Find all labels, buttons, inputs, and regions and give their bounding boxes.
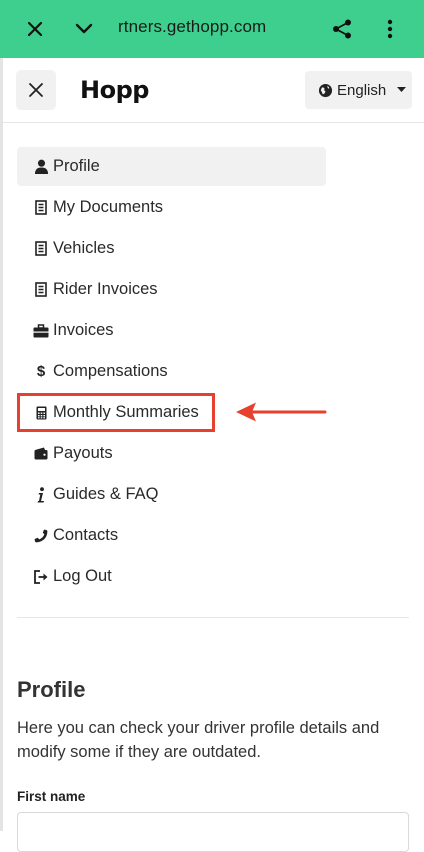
menu-item-label: Profile bbox=[53, 157, 100, 175]
menu-item-label: Guides & FAQ bbox=[53, 485, 159, 503]
first-name-field[interactable] bbox=[17, 812, 409, 852]
menu-item-profile[interactable]: Profile bbox=[17, 147, 326, 186]
menu-item-label: Compensations bbox=[53, 362, 168, 380]
frame-edge bbox=[0, 58, 3, 831]
document-icon bbox=[33, 241, 49, 257]
more-vertical-icon bbox=[387, 19, 393, 39]
caret-down-icon bbox=[397, 87, 407, 93]
menu-item-log-out[interactable]: Log Out bbox=[17, 557, 326, 596]
document-icon bbox=[33, 282, 49, 298]
globe-icon bbox=[318, 83, 333, 98]
browser-toolbar: rtners.gethopp.com bbox=[0, 0, 424, 58]
divider bbox=[17, 617, 409, 618]
language-selector[interactable]: English bbox=[305, 71, 412, 109]
first-name-label: First name bbox=[17, 789, 86, 804]
menu-item-payouts[interactable]: Payouts bbox=[17, 434, 326, 473]
profile-title: Profile bbox=[17, 677, 86, 702]
close-icon bbox=[29, 83, 43, 97]
url-text[interactable]: rtners.gethopp.com bbox=[118, 17, 266, 37]
menu-item-label: Payouts bbox=[53, 444, 113, 462]
close-icon bbox=[27, 21, 43, 37]
menu-item-label: Rider Invoices bbox=[53, 280, 158, 298]
briefcase-icon bbox=[33, 323, 49, 339]
info-icon bbox=[33, 486, 49, 503]
menu-item-label: Vehicles bbox=[53, 239, 115, 257]
menu-item-my-documents[interactable]: My Documents bbox=[17, 188, 326, 227]
phone-icon bbox=[33, 528, 49, 544]
share-button[interactable] bbox=[327, 14, 357, 44]
side-menu: Profile My Documents Vehicles Rider Invo… bbox=[17, 147, 326, 598]
calculator-icon bbox=[33, 405, 49, 421]
document-icon bbox=[33, 200, 49, 216]
menu-item-rider-invoices[interactable]: Rider Invoices bbox=[17, 270, 326, 309]
dollar-icon: $ bbox=[36, 363, 46, 380]
menu-item-label: Invoices bbox=[53, 321, 114, 339]
wallet-icon bbox=[33, 446, 49, 462]
more-button[interactable] bbox=[375, 14, 405, 44]
user-icon bbox=[33, 159, 49, 175]
menu-item-compensations[interactable]: $ Compensations bbox=[17, 352, 326, 391]
profile-description: Here you can check your driver profile d… bbox=[17, 719, 380, 761]
language-label: English bbox=[337, 81, 387, 99]
chevron-down-icon bbox=[75, 23, 93, 34]
menu-item-label: Monthly Summaries bbox=[53, 403, 199, 421]
close-tab-button[interactable] bbox=[20, 14, 50, 44]
menu-item-label: Log Out bbox=[53, 567, 112, 585]
menu-item-guides-faq[interactable]: Guides & FAQ bbox=[17, 475, 326, 514]
menu-item-invoices[interactable]: Invoices bbox=[17, 311, 326, 350]
menu-item-contacts[interactable]: Contacts bbox=[17, 516, 326, 555]
menu-item-label: My Documents bbox=[53, 198, 164, 216]
app-header: Hopp English bbox=[3, 58, 424, 123]
menu-item-vehicles[interactable]: Vehicles bbox=[17, 229, 326, 268]
arrow-left-icon bbox=[236, 402, 327, 422]
share-icon bbox=[333, 19, 351, 39]
brand-logo[interactable]: Hopp bbox=[80, 76, 149, 104]
logout-icon bbox=[33, 569, 49, 585]
menu-item-label: Contacts bbox=[53, 526, 119, 544]
expand-button[interactable] bbox=[69, 14, 99, 44]
close-menu-button[interactable] bbox=[16, 70, 56, 110]
